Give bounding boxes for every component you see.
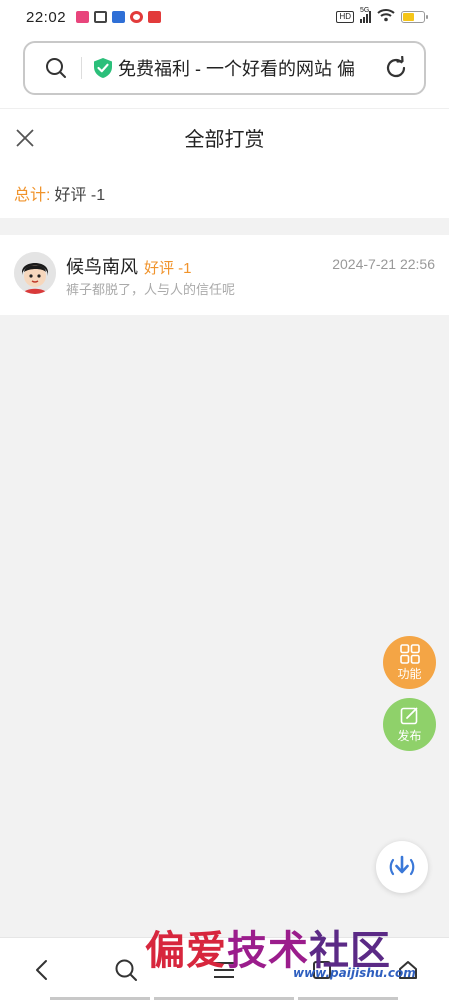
- post-button[interactable]: 发布: [383, 698, 436, 751]
- search-icon[interactable]: [43, 55, 69, 81]
- function-label: 功能: [397, 666, 422, 681]
- page-header: 全部打赏 总计: 好评 -1: [0, 108, 449, 218]
- summary-label: 总计:: [14, 187, 51, 204]
- page-title: 全部打赏: [184, 129, 265, 151]
- hd-badge: HD: [336, 11, 354, 23]
- edit-icon: [400, 706, 420, 726]
- camera-app-icon: [94, 11, 108, 23]
- notification-icons: [76, 11, 162, 23]
- back-icon[interactable]: [28, 956, 56, 984]
- search-nav-icon[interactable]: [112, 956, 140, 984]
- download-icon: [385, 850, 419, 884]
- record-time: 2024-7-21 22:56: [332, 256, 435, 272]
- watermark: 偏爱技术社区 www.paijishu.com: [145, 918, 445, 988]
- download-button[interactable]: [376, 841, 428, 893]
- status-bar: 22:02 HD 5G: [0, 0, 449, 34]
- watermark-url: www.paijishu.com: [293, 966, 416, 980]
- post-label: 发布: [397, 728, 422, 743]
- blue-app-icon: [112, 11, 126, 23]
- wifi-icon: [377, 8, 395, 26]
- function-button[interactable]: 功能: [383, 636, 436, 689]
- record-user-name: 候鸟南风 好评 -1: [66, 253, 192, 279]
- grid-icon: [399, 643, 420, 664]
- summary-value: 好评 -1: [54, 187, 106, 204]
- shield-check-icon: [92, 57, 114, 79]
- address-divider: [81, 57, 82, 79]
- avatar[interactable]: [14, 252, 56, 294]
- video-app-icon: [76, 11, 90, 23]
- refresh-icon[interactable]: [382, 54, 410, 82]
- url-text[interactable]: 免费福利 - 一个好看的网站 偏: [118, 55, 376, 81]
- address-bar[interactable]: 免费福利 - 一个好看的网站 偏: [23, 41, 426, 95]
- record-message: 裤子都脱了，人与人的信任呢: [66, 282, 236, 297]
- summary: 总计: 好评 -1: [14, 181, 105, 205]
- network-type: 5G: [360, 7, 370, 14]
- red-map-icon: [130, 11, 144, 23]
- status-time: 22:02: [26, 8, 67, 26]
- red-app-icon: [148, 11, 162, 23]
- browser-toolbar: 免费福利 - 一个好看的网站 偏: [0, 34, 449, 108]
- status-right: HD 5G: [336, 7, 428, 26]
- reward-record[interactable]: 候鸟南风 好评 -1 2024-7-21 22:56 裤子都脱了，人与人的信任呢: [0, 235, 449, 315]
- battery-icon: [401, 11, 428, 23]
- signal-icon: 5G: [360, 7, 371, 23]
- user-name: 候鸟南风: [66, 257, 138, 277]
- rating-tag: 好评 -1: [144, 260, 192, 277]
